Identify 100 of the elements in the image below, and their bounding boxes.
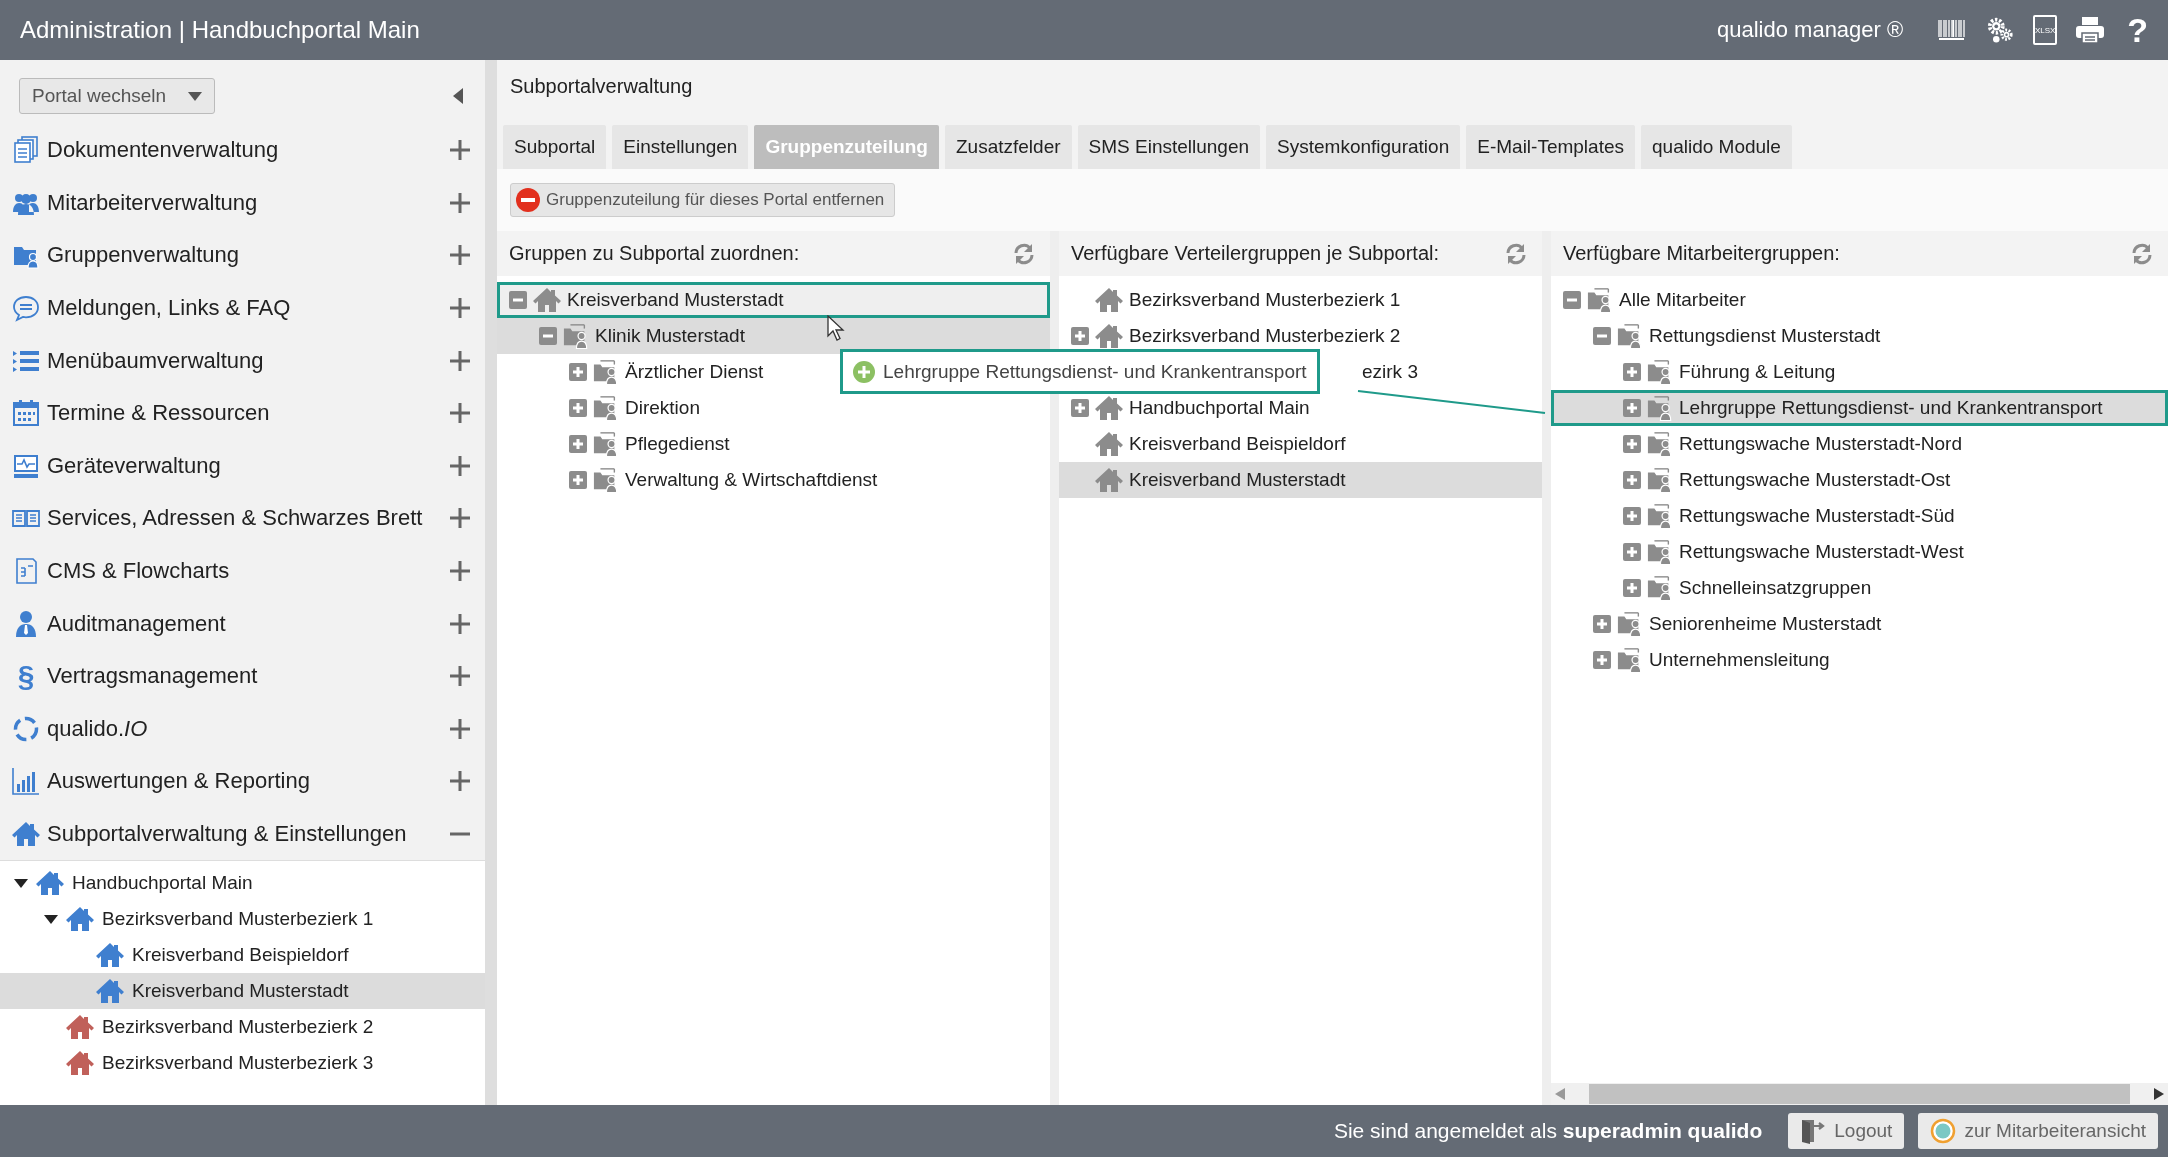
minus-box-icon[interactable] [539, 327, 557, 345]
plus-icon[interactable] [449, 612, 471, 635]
tree-item[interactable]: Kreisverband Musterstadt [0, 973, 485, 1010]
caret-left-icon[interactable] [453, 88, 463, 104]
tree-item[interactable]: Handbuchportal Main [0, 865, 485, 902]
plus-box-icon[interactable] [1593, 651, 1611, 669]
plus-icon[interactable] [449, 402, 471, 425]
plus-box-icon[interactable] [1623, 543, 1641, 561]
menu-item[interactable]: Services, Adressen & Schwarzes Brett [0, 492, 485, 545]
refresh-icon[interactable] [1504, 242, 1528, 265]
plus-box-icon[interactable] [1071, 327, 1089, 345]
tree-item[interactable]: Kreisverband Beispieldorf [1059, 426, 1542, 462]
tree-item[interactable]: Klinik Musterstadt [497, 318, 1050, 354]
menu-item[interactable]: Meldungen, Links & FAQ [0, 281, 485, 335]
menu-label: Termine & Ressourcen [47, 400, 271, 427]
menu-item[interactable]: Mitarbeiterverwaltung [0, 176, 485, 230]
plus-icon[interactable] [449, 244, 471, 267]
plus-icon[interactable] [449, 770, 471, 793]
tab[interactable]: E-Mail-Templates [1466, 125, 1635, 169]
tree-item[interactable]: Verwaltung & Wirtschaftdienst [497, 462, 1050, 498]
minus-box-icon[interactable] [1563, 291, 1581, 309]
plus-box-icon[interactable] [1071, 399, 1089, 417]
plus-icon[interactable] [449, 717, 471, 740]
tree-item[interactable]: Lehrgruppe Rettungsdienst- und Krankentransport [1551, 390, 2168, 426]
tab[interactable]: Systemkonfiguration [1266, 125, 1461, 169]
scroll-right-icon[interactable] [2154, 1088, 2164, 1100]
tab[interactable]: Subportal [503, 125, 607, 169]
tree-item[interactable]: Bezirksverband Musterbezierk 3 [0, 1045, 485, 1082]
logout-button[interactable]: Logout [1788, 1113, 1905, 1149]
printer-icon[interactable] [2075, 16, 2106, 44]
caret-down-icon[interactable] [14, 878, 28, 888]
menu-item[interactable]: CMS & Flowcharts [0, 544, 485, 598]
menu-item[interactable]: § Vertragsmanagement [0, 649, 485, 703]
menu-item[interactable]: Auswertungen & Reporting [0, 755, 485, 808]
help-icon[interactable]: ? [2127, 15, 2148, 45]
tab[interactable]: qualido Module [1641, 125, 1792, 169]
tree-item[interactable]: Handbuchportal Main [1059, 390, 1542, 426]
plus-box-icon[interactable] [1623, 579, 1641, 597]
plus-box-icon[interactable] [1593, 615, 1611, 633]
remove-button[interactable]: Gruppenzuteilung für dieses Portal entfernen [510, 183, 896, 217]
plus-icon[interactable] [449, 454, 471, 477]
plus-box-icon[interactable] [569, 399, 587, 417]
tab[interactable]: SMS Einstellungen [1077, 125, 1261, 169]
tree-item[interactable]: Bezirksverband Musterbezierk 2 [1059, 318, 1542, 354]
refresh-icon[interactable] [1012, 242, 1036, 265]
tree-item[interactable]: Bezirksverband Musterbezierk 1 [0, 901, 485, 938]
plus-box-icon[interactable] [569, 471, 587, 489]
plus-box-icon[interactable] [1623, 363, 1641, 381]
horizontal-scrollbar[interactable] [1551, 1083, 2168, 1105]
tab[interactable]: Einstellungen [612, 125, 749, 169]
tree-item[interactable]: Direktion [497, 390, 1050, 426]
minus-box-icon[interactable] [509, 291, 527, 309]
settings-icon[interactable] [1985, 16, 2016, 44]
menu-item[interactable]: Auditmanagement [0, 597, 485, 650]
plus-box-icon[interactable] [1623, 471, 1641, 489]
plus-icon[interactable] [449, 349, 471, 372]
tree-item[interactable]: Alle Mitarbeiter [1551, 282, 2168, 318]
employee-view-button[interactable]: zur Mitarbeiteransicht [1918, 1113, 2158, 1149]
plus-icon[interactable] [449, 665, 471, 688]
plus-icon[interactable] [449, 139, 471, 162]
menu-item[interactable]: Gruppenverwaltung [0, 229, 485, 282]
menu-item[interactable]: Subportalverwaltung & Einstellungen [0, 807, 485, 861]
tree-item[interactable]: Rettungswache Musterstadt-Nord [1551, 426, 2168, 462]
tab[interactable]: Zusatzfelder [945, 125, 1072, 169]
spreadsheet-file-icon[interactable]: XLSX [2033, 15, 2058, 45]
menu-item[interactable]: Menübaumverwaltung [0, 334, 485, 387]
plus-icon[interactable] [449, 191, 471, 214]
menu-item[interactable]: qualido.IO [0, 702, 485, 756]
tree-item[interactable]: Rettungswache Musterstadt-West [1551, 534, 2168, 570]
tree-item[interactable]: Seniorenheime Musterstadt [1551, 606, 2168, 642]
refresh-icon[interactable] [2130, 242, 2154, 265]
menu-item[interactable]: Geräteverwaltung [0, 439, 485, 493]
tree-item[interactable]: Rettungswache Musterstadt-Süd [1551, 498, 2168, 534]
tree-item[interactable]: Rettungsdienst Musterstadt [1551, 318, 2168, 354]
tree-item[interactable]: Kreisverband Musterstadt [1059, 462, 1542, 498]
plus-icon[interactable] [449, 560, 471, 583]
scroll-left-icon[interactable] [1555, 1088, 1565, 1100]
portal-switch-dropdown[interactable]: Portal wechseln [19, 78, 216, 114]
tree-item[interactable]: Schnelleinsatzgruppen [1551, 570, 2168, 606]
plus-icon[interactable] [449, 507, 471, 530]
tree-item[interactable]: Bezirksverband Musterbezierk 1 [1059, 282, 1542, 318]
menu-item[interactable]: Termine & Ressourcen [0, 386, 485, 440]
plus-box-icon[interactable] [569, 363, 587, 381]
tree-item[interactable]: Kreisverband Beispieldorf [0, 937, 485, 974]
plus-box-icon[interactable] [1623, 507, 1641, 525]
minus-box-icon[interactable] [1593, 327, 1611, 345]
tree-item[interactable]: Unternehmensleitung [1551, 642, 2168, 678]
plus-box-icon[interactable] [1623, 399, 1641, 417]
tree-item[interactable]: Rettungswache Musterstadt-Ost [1551, 462, 2168, 498]
folder-person-icon [1617, 323, 1643, 349]
tree-item[interactable]: Kreisverband Musterstadt [497, 282, 1050, 318]
tree-label: Führung & Leitung [1679, 361, 1836, 383]
plus-icon[interactable] [449, 297, 471, 320]
tree-item[interactable]: Bezirksverband Musterbezierk 2 [0, 1009, 485, 1046]
tree-item[interactable]: Pflegedienst [497, 426, 1050, 462]
plus-box-icon[interactable] [569, 435, 587, 453]
tree-item[interactable]: Führung & Leitung [1551, 354, 2168, 390]
caret-down-icon[interactable] [44, 914, 58, 924]
menu-item[interactable]: Dokumentenverwaltung [0, 124, 485, 177]
plus-box-icon[interactable] [1623, 435, 1641, 453]
